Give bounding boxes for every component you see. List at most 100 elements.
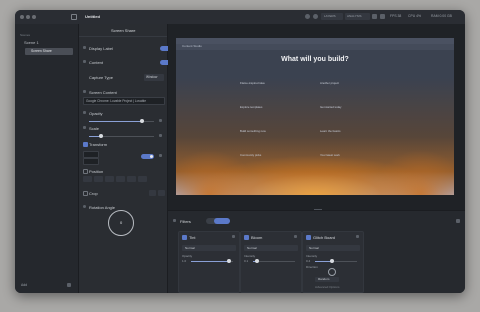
rotation-icon <box>83 205 86 208</box>
filter-param-label: Opacity <box>182 254 193 258</box>
preview-text-line: Build something new <box>240 129 266 133</box>
opacity-label: Opacity <box>89 111 103 116</box>
filter-mode-select[interactable]: Normal <box>244 245 298 251</box>
align-right-button[interactable] <box>105 176 114 182</box>
scenes-section-label: Scenes <box>20 33 31 37</box>
opacity-slider[interactable] <box>89 119 154 123</box>
filter-param-knob[interactable] <box>226 259 231 263</box>
tab-analysis[interactable]: ANALYSIS <box>345 13 370 20</box>
opacity-reset-icon[interactable] <box>159 119 162 122</box>
filter-close-icon[interactable] <box>294 235 297 238</box>
display-label-label: Display Label <box>89 46 114 51</box>
filter-param-knob[interactable] <box>329 259 334 263</box>
stream-icon[interactable] <box>380 14 385 19</box>
scale-icon <box>83 126 86 129</box>
filter-footer-label: Advanced Options <box>315 285 340 289</box>
close-window-button[interactable] <box>20 15 24 19</box>
filters-toggle-fill <box>214 218 230 224</box>
filter-close-icon[interactable] <box>356 235 359 238</box>
align-top-button[interactable] <box>116 176 125 182</box>
capture-type-select[interactable]: Window <box>144 74 164 81</box>
fire-background <box>176 78 454 195</box>
transform-label: Transform <box>89 142 108 147</box>
zoom-window-button[interactable] <box>32 15 36 19</box>
preview-text-line: Flame-inspired idea <box>240 81 265 85</box>
titlebar: Untitled LAYERS ANALYSIS FPS 38 CPU 4% R… <box>15 10 465 25</box>
filter-name: Bloom <box>251 235 263 240</box>
opacity-icon <box>83 111 86 114</box>
panel-title: Screen Share <box>111 28 136 33</box>
filter-param-slider[interactable] <box>253 259 295 263</box>
sidebar-toggle-icon[interactable] <box>71 14 77 20</box>
scale-slider[interactable] <box>89 134 154 138</box>
align-bottom-button[interactable] <box>138 176 147 182</box>
transform-reset-icon[interactable] <box>159 154 162 157</box>
rotation-dial[interactable]: 0 <box>108 210 134 236</box>
filter-card: Tint Normal Opacity 1.0 <box>178 231 240 293</box>
label-icon <box>83 46 86 49</box>
preview-text-line: Your latest work <box>320 153 340 157</box>
help-icon[interactable] <box>313 14 318 19</box>
filter-param-knob[interactable] <box>255 259 260 263</box>
position-label: Position <box>89 169 104 174</box>
filter-icon <box>173 219 176 222</box>
rotation-label: Rotation Angle <box>89 205 116 210</box>
scene-settings-icon[interactable] <box>67 283 71 287</box>
filter-card: Bloom Normal Intensity 0.1 <box>240 231 302 293</box>
properties-panel: Screen Share Display Label Content Captu… <box>79 24 173 293</box>
align-center-button[interactable] <box>94 176 103 182</box>
screen-content-select[interactable]: Google Chrome: Lovable Project | Lovable <box>83 97 165 105</box>
scale-knob[interactable] <box>98 134 103 138</box>
filter-param-label: Intensity <box>244 254 256 258</box>
source-item-label: Screen Share <box>31 49 52 53</box>
filter-name: Glitch Board <box>313 235 336 240</box>
opacity-fill <box>89 121 143 122</box>
align-middle-button[interactable] <box>127 176 136 182</box>
crop-checkbox[interactable] <box>83 191 88 196</box>
app-window: Untitled LAYERS ANALYSIS FPS 38 CPU 4% R… <box>15 10 465 293</box>
filter-extra-select[interactable]: Random <box>315 277 339 282</box>
ram-readout: RAM 0.00 GB <box>431 14 452 18</box>
browser-label: Content Studio <box>182 44 202 48</box>
preview-canvas: Content Studio What will you build? Flam… <box>176 38 454 195</box>
preview-text-line: Learn the basics <box>320 129 341 133</box>
filter-param-slider[interactable] <box>315 259 357 263</box>
crop-button-a[interactable] <box>149 190 156 196</box>
filter-extra-label: Direction <box>306 265 318 269</box>
filter-param-value: 0.4 <box>306 259 311 263</box>
browser-toolbar: Content Studio <box>176 44 454 50</box>
tab-layers[interactable]: LAYERS <box>321 13 343 20</box>
opacity-knob[interactable] <box>140 119 145 123</box>
add-scene-button[interactable]: Add <box>21 283 27 287</box>
filter-close-icon[interactable] <box>232 235 235 238</box>
source-item-selected[interactable]: Screen Share <box>25 48 73 55</box>
filter-enabled-checkbox[interactable] <box>182 235 187 240</box>
transform-checkbox[interactable] <box>83 142 88 147</box>
transform-lock-toggle[interactable] <box>141 154 154 159</box>
cpu-readout: CPU 4% <box>408 14 422 18</box>
filters-toggle[interactable] <box>206 218 230 224</box>
minimize-window-button[interactable] <box>26 15 30 19</box>
scene-item[interactable]: Scene 1 <box>24 41 39 45</box>
filter-mode-select[interactable]: Normal <box>182 245 236 251</box>
position-checkbox[interactable] <box>83 169 88 174</box>
filter-enabled-checkbox[interactable] <box>244 235 249 240</box>
settings-icon[interactable] <box>305 14 310 19</box>
content-icon <box>83 60 86 63</box>
filter-card: Glitch Board Normal Intensity 0.4 Direction R… <box>302 231 364 293</box>
record-icon[interactable] <box>372 14 377 19</box>
transform-y-field[interactable] <box>83 158 99 165</box>
content-label: Content <box>89 60 104 65</box>
scale-reset-icon[interactable] <box>159 134 162 137</box>
preview-text-line: Explore templates <box>240 105 263 109</box>
filters-menu-icon[interactable] <box>456 219 460 223</box>
filter-param-slider[interactable] <box>191 259 233 263</box>
rotation-value: 0 <box>120 220 123 225</box>
filter-enabled-checkbox[interactable] <box>306 235 311 240</box>
crop-button-b[interactable] <box>158 190 165 196</box>
filter-mode-select[interactable]: Normal <box>306 245 360 251</box>
align-left-button[interactable] <box>83 176 92 182</box>
transform-x-field[interactable] <box>83 151 99 158</box>
filter-direction-dial[interactable] <box>328 268 336 276</box>
divider <box>79 36 167 37</box>
